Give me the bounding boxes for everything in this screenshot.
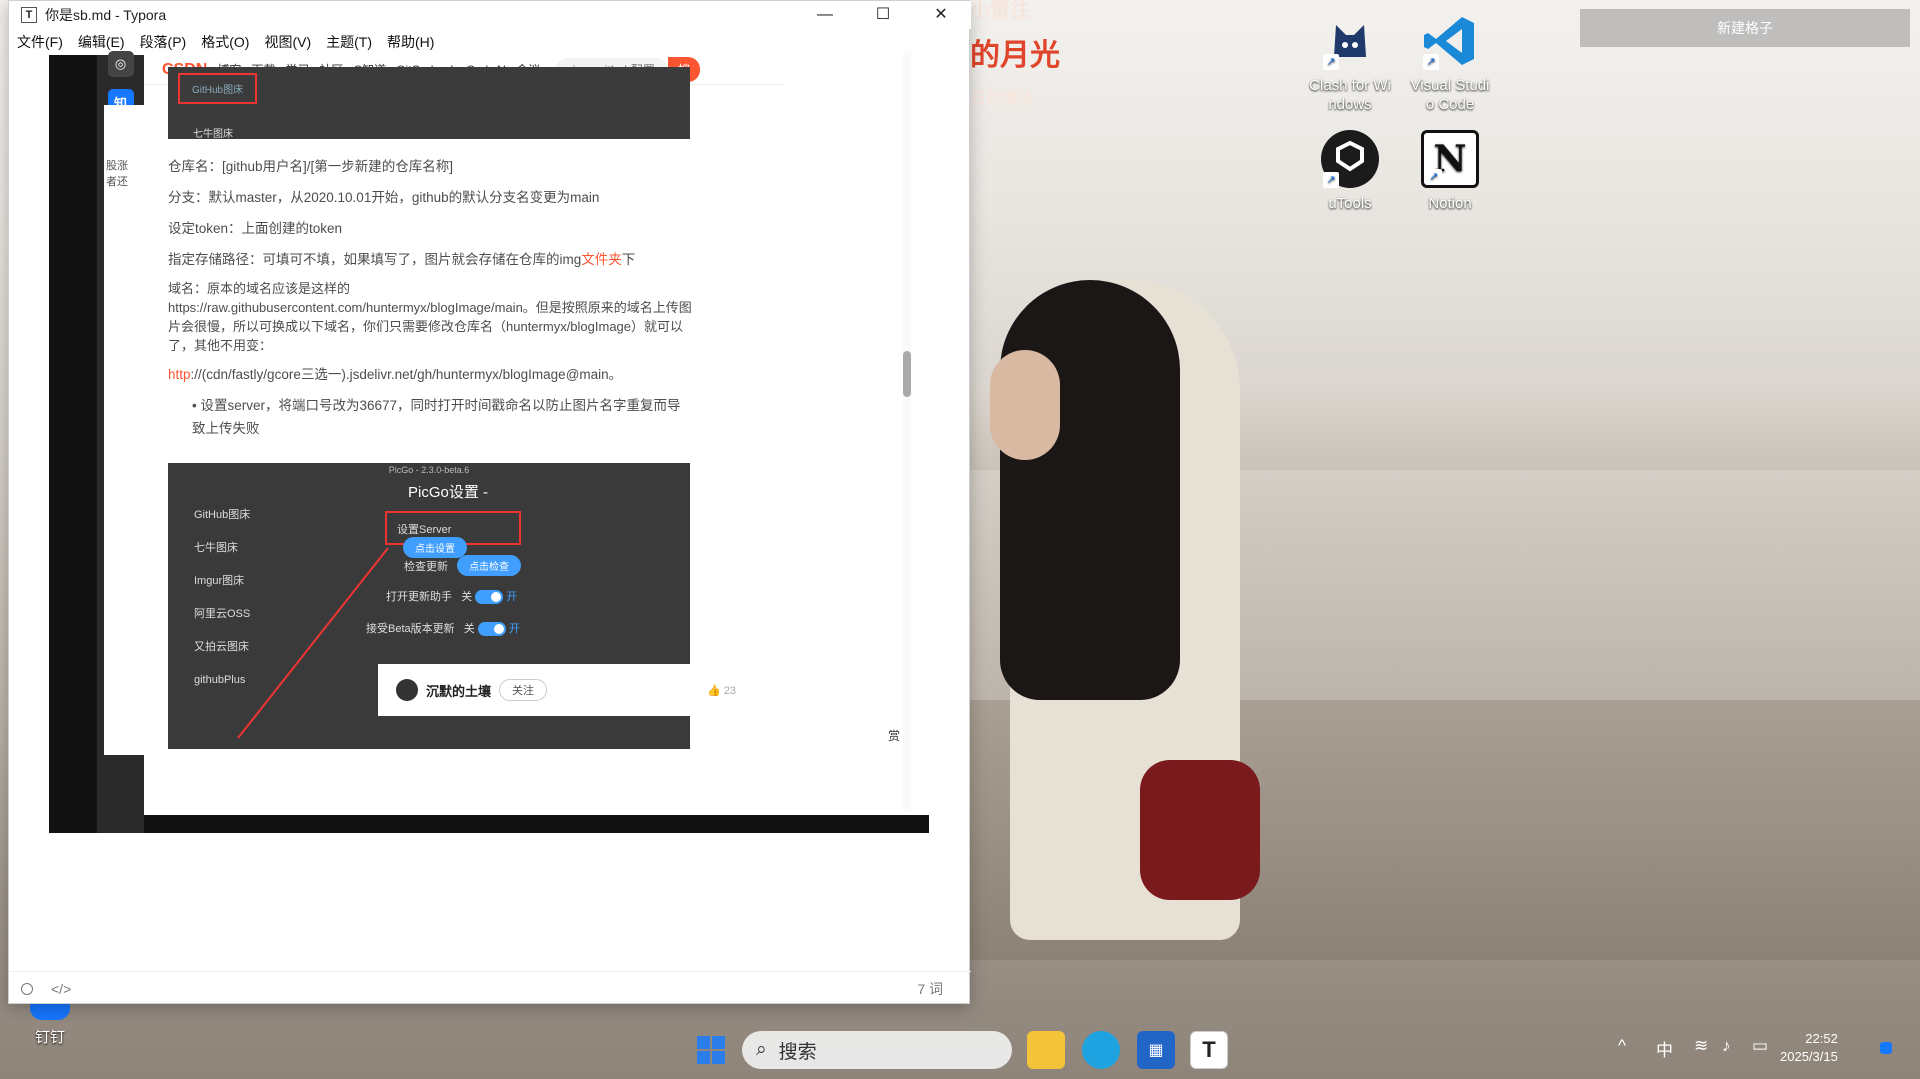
clash-icon: ↗ [1321, 12, 1379, 70]
vscode-icon: ↗ [1421, 12, 1479, 70]
author-bar: 沉默的土壤 关注 👍 23 [378, 664, 744, 716]
para-repo: 仓库名：[github用户名]/[第一步新建的仓库名称] [168, 159, 454, 174]
background-bag [1140, 760, 1260, 900]
para-cdn: http://(cdn/fastly/gcore三选一).jsdelivr.ne… [168, 367, 623, 382]
minimize-button[interactable]: — [796, 1, 854, 29]
ime-indicator[interactable]: 中 [1656, 1036, 1673, 1061]
github-config-image: GitHub图床 七牛图床 [168, 67, 690, 140]
desktop-icon-clash[interactable]: ↗ Clash for Wi ndows [1300, 12, 1400, 114]
menu-bar: 文件(F) 编辑(E) 段落(P) 格式(O) 视图(V) 主题(T) 帮助(H… [9, 29, 971, 55]
para-path: 指定存储路径：可填可不填，如果填写了，图片就会存储在仓库的img文件夹下 [168, 252, 636, 267]
tray-chevron-icon[interactable]: ^ [1618, 1036, 1626, 1056]
menu-theme[interactable]: 主题(T) [326, 32, 372, 52]
status-bar: </> 7 词 [9, 971, 971, 1005]
utools-icon: ↗ [1321, 130, 1379, 188]
battery-icon[interactable]: ▭ [1752, 1036, 1768, 1056]
para-domain: 域名：原本的域名应该是这样的https://raw.githubusercont… [168, 281, 692, 353]
author-avatar[interactable] [396, 679, 418, 701]
author-name[interactable]: 沉默的土壤 [426, 681, 491, 700]
para-token: 设定token：上面创建的token [168, 221, 343, 236]
menu-paragraph[interactable]: 段落(P) [140, 32, 187, 52]
typora-app-icon: T [21, 7, 37, 23]
edge-icon[interactable] [1082, 1031, 1120, 1069]
bg-text-bottom: 日的清洁 [970, 90, 1035, 107]
bg-text-top: 小雷往 [970, 0, 1030, 22]
chatgpt-icon: ◎ [107, 51, 134, 77]
wifi-icon[interactable]: ≋ [1694, 1036, 1708, 1056]
desktop-icon-utools[interactable]: ↗ uTools [1300, 130, 1400, 213]
scrollbar-thumb[interactable] [903, 351, 911, 397]
typora-window: T 你是sb.md - Typora — ☐ ✕ 文件(F) 编辑(E) 段落(… [8, 0, 971, 1005]
bg-text-moon: 的月光 [970, 39, 1060, 72]
menu-help[interactable]: 帮助(H) [387, 32, 434, 52]
menu-view[interactable]: 视图(V) [264, 32, 311, 52]
new-grid-widget[interactable]: 新建格子 [1580, 9, 1910, 47]
http-link[interactable]: http [168, 367, 191, 382]
reward-button[interactable]: 赏 [886, 725, 903, 746]
para-branch: 分支：默认master，从2020.10.01开始，github的默认分支名变更… [168, 190, 600, 205]
menu-file[interactable]: 文件(F) [17, 32, 63, 52]
server-row: 设置Server 点击设置 [385, 511, 521, 558]
clock[interactable]: 22:52 2025/3/15 [1780, 1030, 1838, 1066]
taskbar-search[interactable]: ⌕ 搜索 [742, 1031, 1012, 1069]
maximize-button[interactable]: ☐ [854, 1, 912, 29]
notion-icon: N ↗ [1421, 130, 1479, 188]
close-button[interactable]: ✕ [912, 1, 970, 29]
typora-taskbar-icon[interactable]: T [1190, 1031, 1228, 1069]
windows-logo-icon [697, 1036, 725, 1064]
update-row: 检查更新 点击检查 [404, 555, 522, 576]
file-explorer-icon[interactable] [1027, 1031, 1065, 1069]
notification-icon[interactable] [1880, 1042, 1892, 1054]
store-icon[interactable]: ▦ [1137, 1031, 1175, 1069]
start-button[interactable] [692, 1031, 730, 1069]
left-panel-snippet: 股涨 者还 [104, 105, 144, 755]
background-face [990, 350, 1060, 460]
search-icon: ⌕ [756, 1039, 767, 1060]
word-count[interactable]: 7 词 [917, 979, 943, 999]
window-title: 你是sb.md - Typora [45, 7, 167, 23]
menu-format[interactable]: 格式(O) [201, 32, 249, 52]
editor-scrollbar[interactable] [903, 51, 911, 811]
background-hair [1000, 280, 1180, 700]
desktop-icon-vscode[interactable]: ↗ Visual Studi o Code [1400, 12, 1500, 114]
outline-toggle-icon[interactable] [21, 982, 33, 995]
like-count[interactable]: 👍 23 [707, 684, 736, 697]
bullet-server: • 设置server，将端口号改为36677，同时打开时间戳命名以防止图片名字重… [192, 398, 681, 436]
source-mode-button[interactable]: </> [51, 981, 71, 997]
folder-link[interactable]: 文件夹 [581, 252, 622, 267]
article-body: 仓库名：[github用户名]/[第一步新建的仓库名称] 分支：默认master… [168, 155, 693, 440]
menu-edit[interactable]: 编辑(E) [78, 32, 125, 52]
desktop-icon-notion[interactable]: N ↗ Notion [1400, 130, 1500, 213]
volume-icon[interactable]: ♪ [1722, 1036, 1731, 1056]
title-bar: T 你是sb.md - Typora — ☐ ✕ [9, 1, 971, 29]
follow-button[interactable]: 关注 [499, 679, 548, 701]
